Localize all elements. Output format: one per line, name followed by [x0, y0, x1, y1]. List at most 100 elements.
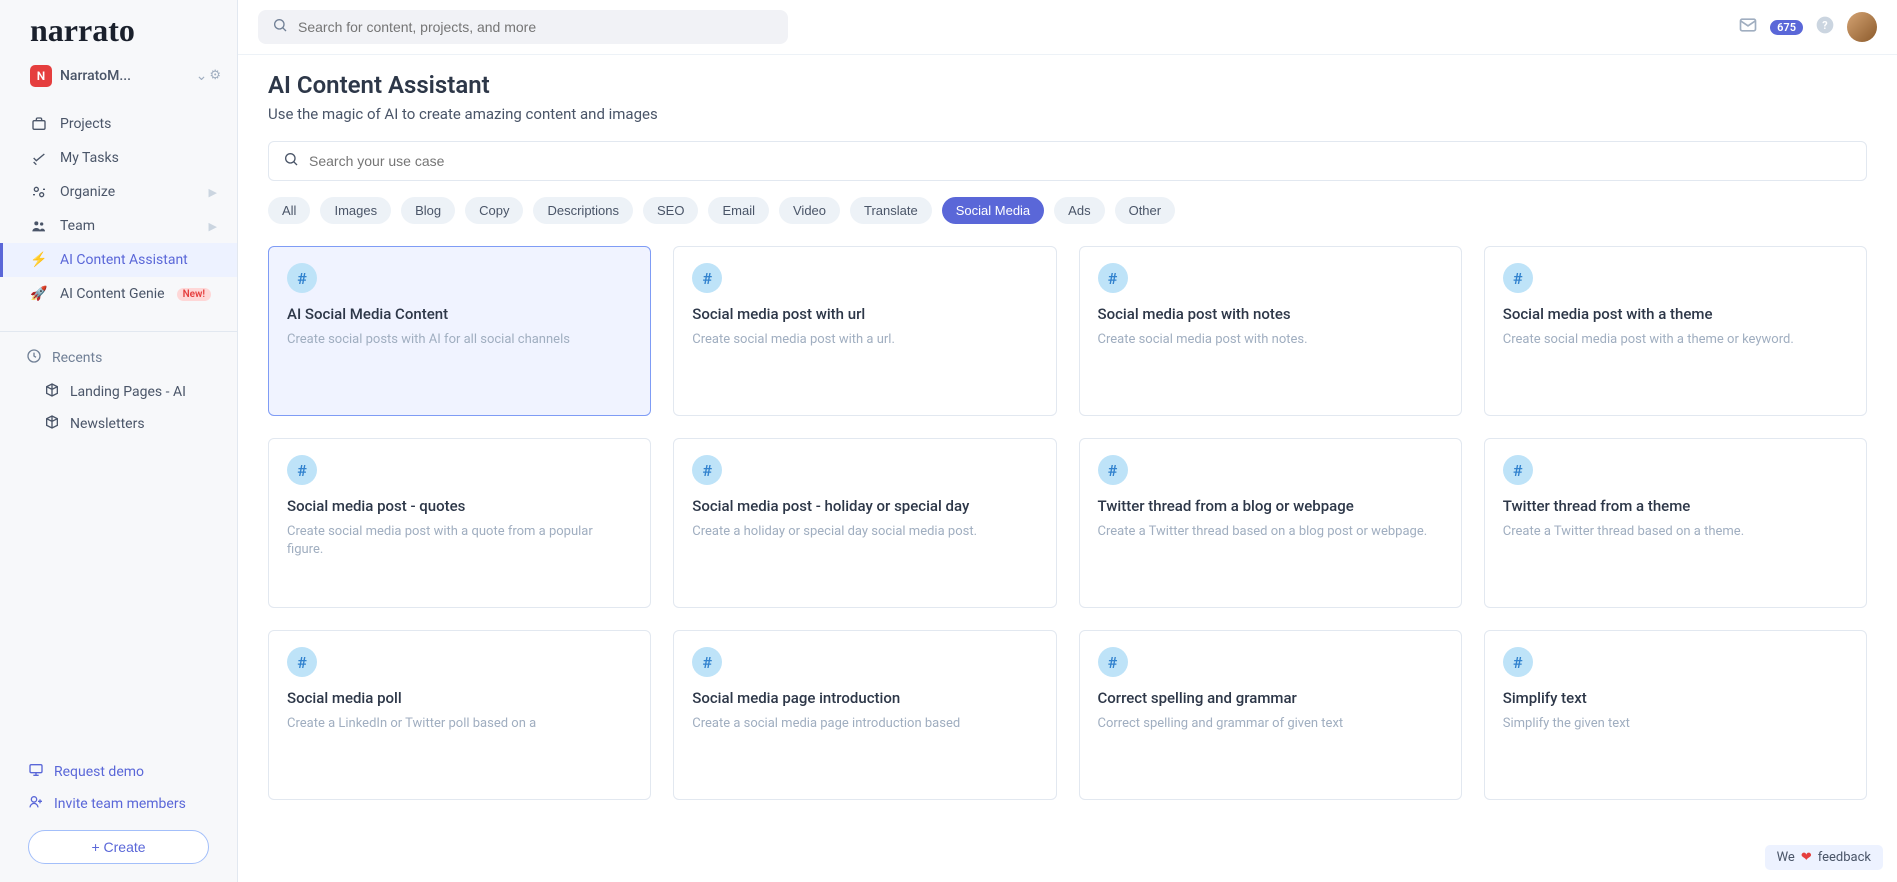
usecase-card[interactable]: #Correct spelling and grammarCorrect spe…: [1079, 630, 1462, 800]
filter-seo[interactable]: SEO: [643, 197, 698, 224]
card-title: Twitter thread from a blog or webpage: [1098, 497, 1443, 515]
usecase-card[interactable]: #Social media post with urlCreate social…: [673, 246, 1056, 416]
filter-video[interactable]: Video: [779, 197, 840, 224]
filter-all[interactable]: All: [268, 197, 310, 224]
new-badge: New!: [177, 288, 212, 301]
usecase-card[interactable]: #Simplify textSimplify the given text: [1484, 630, 1867, 800]
card-title: Social media post with a theme: [1503, 305, 1848, 323]
filter-other[interactable]: Other: [1115, 197, 1176, 224]
global-search[interactable]: [258, 10, 788, 44]
filter-ads[interactable]: Ads: [1054, 197, 1104, 224]
nav-mytasks[interactable]: My Tasks: [0, 141, 237, 175]
usecase-card[interactable]: # Twitter thread from a theme Create a Twi…: [1484, 438, 1867, 608]
filter-blog[interactable]: Blog: [401, 197, 455, 224]
workspace-selector[interactable]: N NarratoM... ⌄ ⚙: [0, 57, 237, 95]
usecase-card[interactable]: # Social media post with notes Create soci…: [1079, 246, 1462, 416]
global-search-input[interactable]: [298, 19, 774, 35]
cube-icon: [44, 382, 60, 402]
filter-images[interactable]: Images: [320, 197, 391, 224]
card-title: Social media post - holiday or special d…: [692, 497, 1037, 515]
card-desc: Create a social media page introduction …: [692, 715, 1037, 733]
hash-icon: #: [287, 263, 317, 293]
hash-icon: #: [287, 647, 317, 677]
card-title: Social media post with notes: [1098, 305, 1443, 323]
card-desc: Create a holiday or special day social m…: [692, 523, 1037, 541]
invite-team-link[interactable]: Invite team members: [28, 788, 209, 820]
monitor-icon: [28, 762, 44, 782]
card-title: Correct spelling and grammar: [1098, 689, 1443, 707]
main-area: 675 ? AI Content Assistant Use the magic…: [238, 0, 1897, 882]
request-demo-link[interactable]: Request demo: [28, 756, 209, 788]
workspace-badge: N: [30, 65, 52, 87]
hash-icon: #: [287, 455, 317, 485]
hash-icon: #: [1098, 263, 1128, 293]
rocket-icon: 🚀: [30, 286, 48, 302]
filter-copy[interactable]: Copy: [465, 197, 523, 224]
filter-descriptions[interactable]: Descriptions: [533, 197, 633, 224]
usecase-card[interactable]: #Twitter thread from a blog or webpageCr…: [1079, 438, 1462, 608]
card-desc: Create a LinkedIn or Twitter poll based …: [287, 715, 632, 733]
hash-icon: #: [1503, 647, 1533, 677]
clock-icon: [26, 348, 42, 368]
search-icon: [283, 151, 299, 171]
gear-icon[interactable]: ⚙: [209, 68, 221, 84]
card-desc: Create social media post with a url.: [692, 331, 1037, 349]
topbar: 675 ?: [238, 0, 1897, 55]
card-desc: Create social media post with notes.: [1098, 331, 1443, 349]
card-title: Simplify text: [1503, 689, 1848, 707]
usecase-card[interactable]: # Social media post - holiday or special …: [673, 438, 1056, 608]
nav-projects[interactable]: Projects: [0, 107, 237, 141]
filter-email[interactable]: Email: [708, 197, 769, 224]
nav-ai-content-assistant[interactable]: ⚡ AI Content Assistant: [0, 243, 237, 277]
svg-text:?: ?: [1822, 19, 1827, 32]
filter-translate[interactable]: Translate: [850, 197, 932, 224]
search-icon: [272, 17, 288, 37]
usecase-card[interactable]: #Social media post - quotesCreate social…: [268, 438, 651, 608]
usecase-card[interactable]: #Social media pollCreate a LinkedIn or T…: [268, 630, 651, 800]
nav-organize[interactable]: Organize ▶: [0, 175, 237, 209]
nav-ai-content-genie[interactable]: 🚀 AI Content Genie New!: [0, 277, 237, 311]
create-button[interactable]: + Create: [28, 830, 209, 864]
hash-icon: #: [692, 263, 722, 293]
mail-icon[interactable]: [1738, 15, 1758, 39]
team-icon: [30, 218, 48, 234]
bolt-icon: ⚡: [30, 252, 48, 268]
nav-team[interactable]: Team ▶: [0, 209, 237, 243]
usecase-card[interactable]: #AI Social Media ContentCreate social po…: [268, 246, 651, 416]
card-title: AI Social Media Content: [287, 305, 632, 323]
usecase-card[interactable]: # Social media page introduction Create a …: [673, 630, 1056, 800]
organize-icon: [30, 184, 48, 200]
feedback-widget[interactable]: We ❤ feedback: [1765, 845, 1883, 870]
recent-item[interactable]: Newsletters: [0, 408, 237, 440]
plus-icon: +: [91, 839, 99, 855]
notification-count[interactable]: 675: [1770, 20, 1803, 35]
filter-row: All Images Blog Copy Descriptions SEO Email Vid…: [268, 197, 1867, 224]
page-title: AI Content Assistant: [268, 71, 1867, 99]
hash-icon: #: [1503, 263, 1533, 293]
recents-header: Recents: [0, 340, 237, 376]
card-desc: Correct spelling and grammar of given te…: [1098, 715, 1443, 733]
card-desc: Create a Twitter thread based on a theme…: [1503, 523, 1848, 541]
chevron-down-icon[interactable]: ⌄: [196, 68, 208, 84]
help-icon[interactable]: ?: [1815, 15, 1835, 39]
usecase-search-input[interactable]: [309, 153, 1852, 169]
card-desc: Create social media post with a theme or…: [1503, 331, 1848, 349]
user-avatar[interactable]: [1847, 12, 1877, 42]
recent-item[interactable]: Landing Pages - AI: [0, 376, 237, 408]
cube-icon: [44, 414, 60, 434]
card-title: Twitter thread from a theme: [1503, 497, 1848, 515]
card-title: Social media post - quotes: [287, 497, 632, 515]
filter-social-media[interactable]: Social Media: [942, 197, 1044, 224]
briefcase-icon: [30, 116, 48, 132]
card-grid: #AI Social Media ContentCreate social po…: [268, 246, 1867, 800]
usecase-card[interactable]: # Social media post with a theme Create so…: [1484, 246, 1867, 416]
card-title: Social media page introduction: [692, 689, 1037, 707]
sidebar-bottom: Request demo Invite team members + Creat…: [0, 742, 237, 882]
card-desc: Create a Twitter thread based on a blog …: [1098, 523, 1443, 541]
brand-logo[interactable]: narrato: [0, 0, 237, 57]
user-plus-icon: [28, 794, 44, 814]
hash-icon: #: [692, 647, 722, 677]
hash-icon: #: [1503, 455, 1533, 485]
hash-icon: #: [692, 455, 722, 485]
usecase-search[interactable]: [268, 141, 1867, 181]
